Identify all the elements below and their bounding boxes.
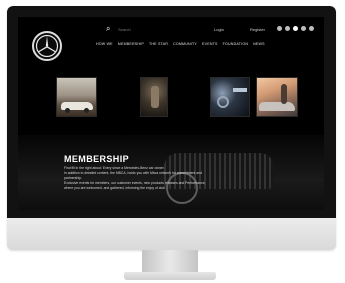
youtube-icon[interactable]	[293, 26, 298, 31]
monitor-chin	[7, 218, 336, 250]
sunset-convertible-photo[interactable]	[256, 77, 298, 117]
membership-paragraph-3: Exclusive events for members, our custom…	[64, 181, 206, 190]
search-input[interactable]	[118, 24, 178, 34]
membership-paragraph-1: Find fill in the right about: Every sinc…	[64, 166, 165, 170]
nav-item-events[interactable]: EVENTS	[202, 42, 218, 50]
nav-item-the-star[interactable]: THE STAR	[149, 42, 168, 50]
search-icon[interactable]: ⌕	[106, 25, 114, 33]
nav-item-membership[interactable]: MEMBERSHIP	[118, 42, 144, 50]
monitor-stand-neck	[142, 250, 198, 274]
garage-scene-photo[interactable]	[140, 77, 168, 117]
monitor: ⌕ Login Register HOW WE MEMBERSHIP THE S…	[7, 6, 336, 250]
main-nav: HOW WE MEMBERSHIP THE STAR COMMUNITY EVE…	[96, 42, 265, 50]
instagram-icon[interactable]	[277, 26, 282, 31]
membership-paragraph-2: In addition to detailed content, the MBC…	[64, 171, 202, 180]
classic-cars-photo[interactable]	[56, 77, 97, 117]
car-interior-photo[interactable]	[210, 77, 250, 117]
nav-item-community[interactable]: COMMUNITY	[173, 42, 197, 50]
mercedes-star-logo[interactable]	[32, 31, 62, 61]
membership-title: MEMBERSHIP	[64, 154, 130, 164]
nav-item-news[interactable]: NEWS	[253, 42, 265, 50]
twitter-icon[interactable]	[301, 26, 306, 31]
nav-item-how-we[interactable]: HOW WE	[96, 42, 113, 50]
register-link[interactable]: Register	[250, 27, 265, 32]
monitor-bezel: ⌕ Login Register HOW WE MEMBERSHIP THE S…	[7, 6, 336, 218]
star-emblem-icon	[35, 34, 59, 58]
facebook-icon[interactable]	[285, 26, 290, 31]
linkedin-icon[interactable]	[309, 26, 314, 31]
monitor-stand-base	[124, 272, 216, 280]
nav-item-foundation[interactable]: FOUNDATION	[223, 42, 249, 50]
login-link[interactable]: Login	[214, 27, 224, 32]
website-screen: ⌕ Login Register HOW WE MEMBERSHIP THE S…	[18, 17, 324, 210]
